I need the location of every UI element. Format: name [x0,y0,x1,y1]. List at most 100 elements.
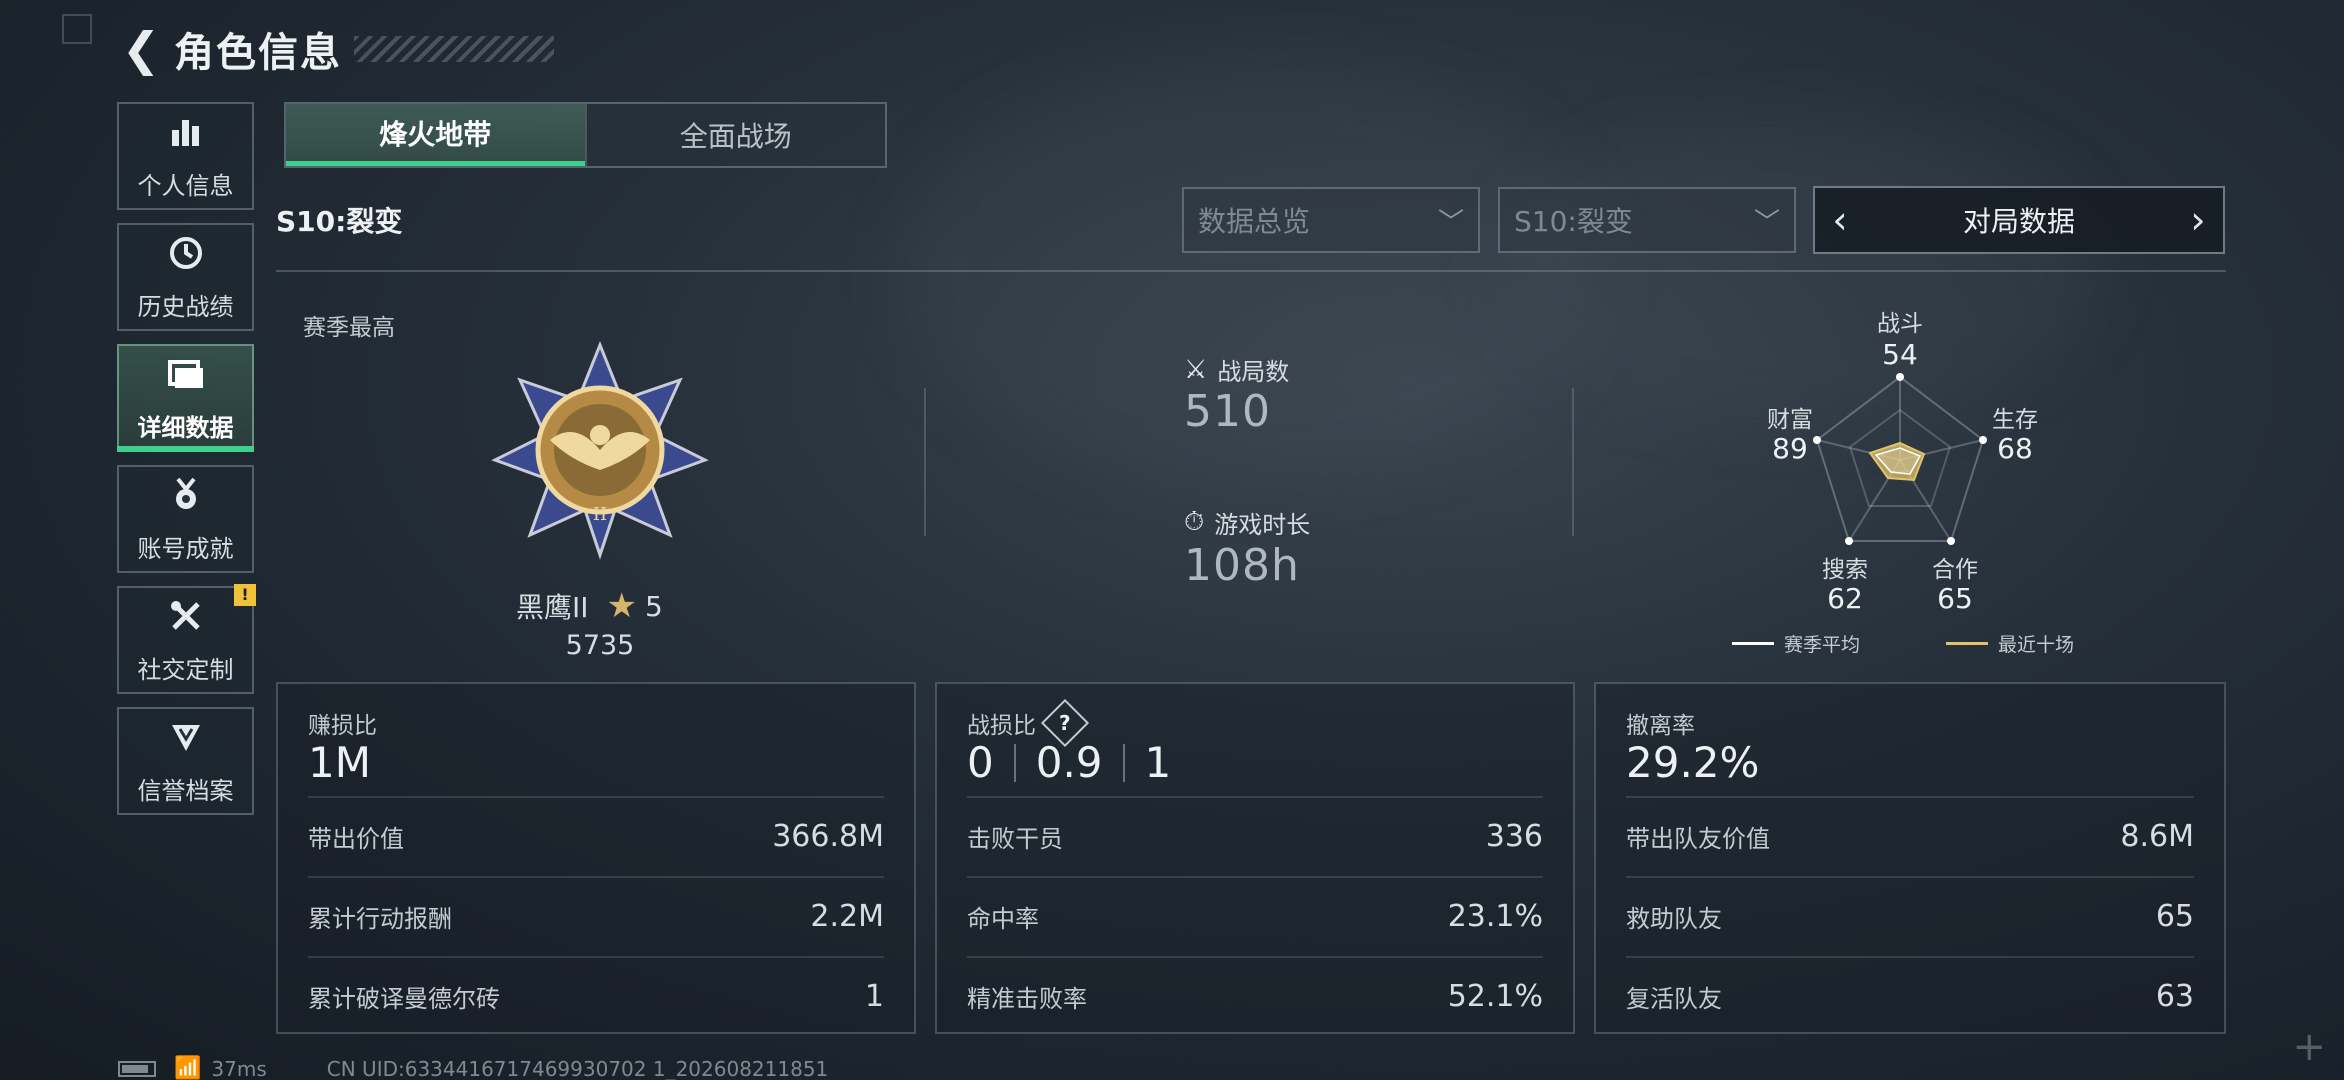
sidebar-item-label: 社交定制 [137,655,234,684]
ability-radar: 战斗 54 生存 68 合作 65 搜索 62 财富 89 [1760,300,2080,615]
season-best-label: 赛季最高 [303,315,395,341]
row-label: 救助队友 [1626,904,1722,933]
row-value: 23.1% [1447,898,1543,934]
row-value: 8.6M [2120,818,2194,854]
playtime-label: ⏱ 游戏时长 [1184,505,1310,540]
dropdown-value: 数据总览 [1198,205,1311,238]
radar-axis-value: 65 [1937,582,1973,615]
row-label: 累计破译曼德尔砖 [308,984,500,1013]
tab-hazard-zone[interactable]: 烽火地带 [286,104,585,166]
sidebar-item-label: 历史战绩 [137,292,234,321]
sidebar-item-personal-info[interactable]: 个人信息 [117,102,254,210]
page-title: 角色信息 [174,30,342,76]
divider [1572,388,1574,536]
row-label: 精准击败率 [967,984,1087,1013]
row-label: 击败干员 [967,824,1063,853]
pager-label: 对局数据 [1962,205,2075,238]
corner-marker [62,14,92,44]
row-value: 1 [864,978,884,1014]
season-dropdown[interactable]: S10:裂变 ﹀ [1498,187,1796,253]
playtime-value: 108h [1184,540,1300,591]
header: ❮ 角色信息 [116,18,554,80]
sidebar-item-detailed-data[interactable]: 详细数据 [117,344,254,452]
history-clock-icon [166,233,206,281]
divider [276,270,2226,272]
legend-season-avg: 赛季平均 [1732,630,1860,657]
tab-full-battlefield[interactable]: 全面战场 [584,104,886,166]
extraction-card: 撤离率 29.2% 带出队友价值 8.6M 救助队友 65 复活队友 63 [1594,682,2226,1034]
row-value: 65 [2155,898,2194,934]
radar-axis-value: 89 [1772,432,1808,465]
folder-data-icon [166,354,206,402]
chevron-left-icon[interactable]: ‹ [1815,198,1865,242]
sidebar-item-label: 账号成就 [137,534,234,563]
notification-badge: ! [234,584,256,606]
legend-line [1946,642,1988,645]
ping-value: 37ms [211,1056,267,1080]
profit-card: 赚损比 1M 带出价值 366.8M 累计行动报酬 2.2M 累计破译曼德尔砖 … [276,682,916,1034]
rank-score: 5735 [565,630,635,661]
kd-separator [1122,743,1125,782]
bar-chart-icon [166,112,206,160]
kd-value: 1 [1144,738,1172,787]
star-icon: ★ [606,586,638,626]
row-label: 带出队友价值 [1626,824,1770,853]
row-value: 63 [2155,978,2194,1014]
help-glyph: ? [1059,710,1071,735]
card-row: 带出队友价值 8.6M [1626,796,2194,874]
row-value: 2.2M [810,898,884,934]
sidebar: 个人信息 历史战绩 详细数据 账号成就 ! 社交定制 信誉档案 [117,102,256,828]
mode-tabs: 烽火地带 全面战场 [284,102,887,168]
rank-name: 黑鹰II [516,591,589,624]
divider [924,388,926,536]
season-title: S10:裂变 [276,205,403,238]
sidebar-item-history[interactable]: 历史战绩 [117,223,254,331]
sidebar-item-reputation[interactable]: 信誉档案 [117,707,254,815]
sidebar-item-achievements[interactable]: 账号成就 [117,465,254,573]
kd-values: 0 0.9 1 [967,738,1171,787]
card-row: 精准击败率 52.1% [967,956,1543,1034]
back-arrow-icon[interactable]: ❮ [116,22,166,76]
card-row: 救助队友 65 [1626,876,2194,954]
card-title: 撤离率 [1626,713,1695,739]
sidebar-item-label: 详细数据 [137,413,234,442]
legend-line [1732,642,1774,645]
rank-stars: 5 [645,589,663,623]
row-label: 复活队友 [1626,984,1722,1013]
uid-text: CN UID:6334416717469930702 1_20260821185… [326,1056,829,1080]
row-label: 累计行动报酬 [308,904,452,933]
matches-label: ⚔ 战局数 [1184,352,1289,387]
kd-value: 0 [967,738,994,787]
wifi-icon: 📶 [174,1056,202,1080]
sidebar-item-social-custom[interactable]: ! 社交定制 [117,584,256,694]
medal-icon [166,475,206,523]
kd-separator [1013,743,1016,782]
card-title: 赚损比 [308,713,377,739]
chevron-right-icon[interactable]: › [2173,198,2223,242]
row-value: 52.1% [1447,978,1543,1014]
card-main-value: 1M [308,738,371,787]
chevron-down-icon: ﹀ [1437,207,1464,238]
card-row: 命中率 23.1% [967,876,1543,954]
matches-value: 510 [1184,386,1271,437]
legend-label: 最近十场 [1998,634,2075,656]
sidebar-item-label: 个人信息 [137,171,234,200]
rank-medal-icon: II [491,340,709,560]
radar-axis-value: 54 [1882,338,1918,371]
playtime-label-text: 游戏时长 [1214,511,1311,539]
card-row: 累计行动报酬 2.2M [308,876,884,954]
row-label: 命中率 [967,904,1039,933]
plus-marker-icon: + [2292,1024,2326,1070]
legend-recent: 最近十场 [1946,630,2074,657]
card-row: 带出价值 366.8M [308,796,884,874]
svg-text:II: II [593,504,607,525]
card-title: 战损比 ? [967,698,1090,748]
radar-axis-label: 财富 [1767,407,1813,433]
data-pager: ‹ 对局数据 › [1813,186,2225,254]
radar-axis-value: 68 [1997,432,2033,465]
shield-arrow-icon [166,717,206,765]
kd-card: 战损比 ? 0 0.9 1 击败干员 336 命中率 23.1% 精准击败率 5… [935,682,1575,1034]
battery-icon [118,1060,156,1077]
data-view-dropdown[interactable]: 数据总览 ﹀ [1182,187,1480,253]
card-main-value: 29.2% [1626,738,1760,787]
